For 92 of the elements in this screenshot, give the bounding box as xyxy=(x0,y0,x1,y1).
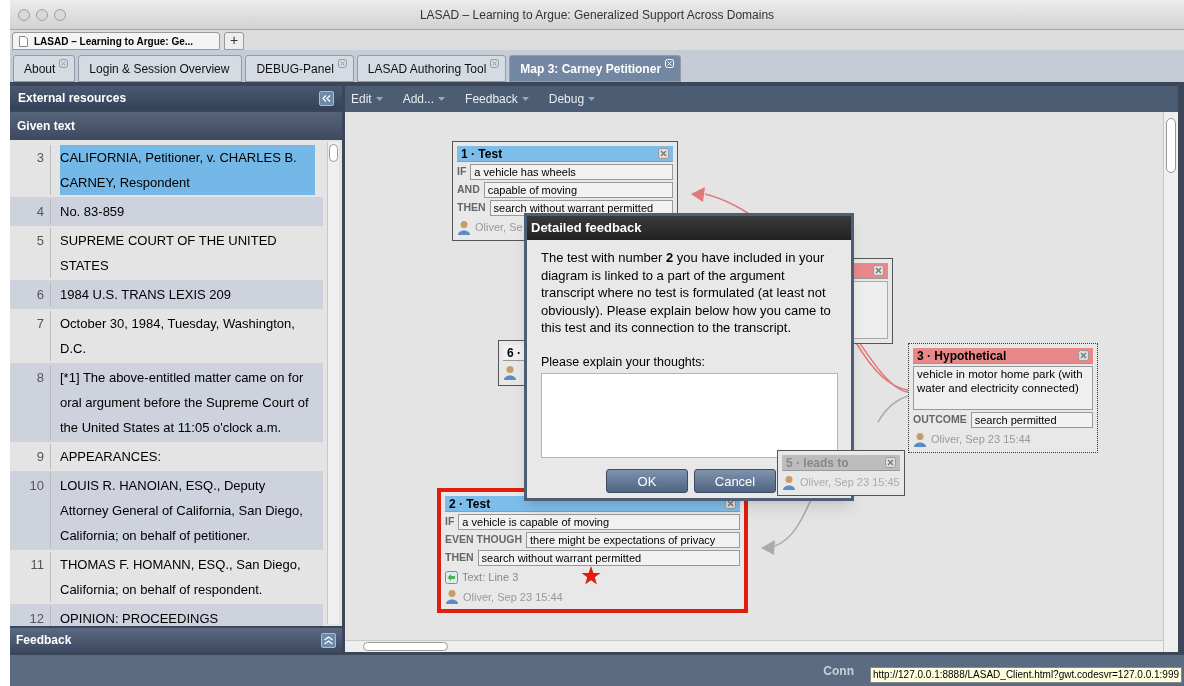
caret-icon xyxy=(438,97,446,101)
minimize-window-button[interactable] xyxy=(36,8,48,21)
panel-title: Feedback xyxy=(16,632,72,649)
window-title: LASAD – Learning to Argue: Generalized Support Across Domains xyxy=(418,6,776,24)
expand-icon[interactable] xyxy=(321,632,336,648)
dialog-button[interactable]: OK xyxy=(606,469,688,494)
field-label: IF xyxy=(445,514,455,530)
field-label: IF xyxy=(457,164,467,180)
line-number: 11 xyxy=(29,556,45,574)
node-title: 2 · Test xyxy=(449,495,491,513)
tab[interactable]: DEBUG-Panel xyxy=(245,55,354,82)
menu-item[interactable]: Debug xyxy=(548,90,596,108)
line-number: 12 xyxy=(28,610,45,626)
transcript-line[interactable]: No. 83-859 xyxy=(60,199,315,224)
node-field[interactable]: a vehicle is capable of moving xyxy=(458,514,740,530)
tab[interactable]: Map 3: Carney Petitioner xyxy=(509,55,682,82)
dialog-button[interactable]: Cancel xyxy=(694,469,776,494)
explanation-field[interactable] xyxy=(541,373,838,459)
panel-title: External resources xyxy=(18,90,127,107)
link-tooltip: http://127.0.0.1:8888/LASAD_Client.html?gwt.codesvr=127.0.0.1:999 xyxy=(870,667,1183,683)
field-label: EVEN THOUGH xyxy=(445,532,522,548)
tab[interactable]: Login & Session Overview xyxy=(78,55,243,82)
node-field[interactable]: search without warrant permitted xyxy=(489,200,673,216)
transcript-line[interactable]: [*1] The above-entitled matter came on for oral argument before the Supreme Court of the United States at 11:05 o'clock a.m. xyxy=(60,365,315,440)
avatar-icon xyxy=(457,219,471,235)
page-icon xyxy=(19,35,28,47)
transcript-line[interactable]: 1984 U.S. TRANS LEXIS 209 xyxy=(60,282,315,307)
scrollbar[interactable] xyxy=(327,142,339,624)
node-field[interactable]: capable of moving xyxy=(483,182,673,198)
field-label: THEN xyxy=(445,550,474,566)
line-number: 4 xyxy=(35,203,45,221)
browser-tab[interactable]: LASAD – Learning to Argue: Ge... xyxy=(12,32,220,50)
prompt-label: Please explain your thoughts: xyxy=(541,353,706,371)
menu-item[interactable]: Add... xyxy=(402,90,446,108)
author-label: Oliver, Sep 23 15:44 xyxy=(463,589,563,605)
scrollbar[interactable] xyxy=(345,640,1163,652)
avatar-icon xyxy=(503,364,517,380)
close-icon[interactable] xyxy=(885,457,896,468)
node-field[interactable]: search without warrant permitted xyxy=(477,550,740,566)
close-icon[interactable] xyxy=(59,59,69,68)
field-label: THEN xyxy=(457,200,486,216)
node-title: 3 · Hypothetical xyxy=(917,347,1007,365)
tab[interactable]: About xyxy=(13,55,76,82)
close-icon[interactable] xyxy=(658,148,669,159)
close-icon[interactable] xyxy=(490,59,500,68)
transcript-line[interactable]: OPINION: PROCEEDINGS xyxy=(60,606,315,626)
menu-item[interactable]: Edit xyxy=(351,90,383,108)
dialog-title: Detailed feedback xyxy=(531,219,642,238)
line-number: 10 xyxy=(28,477,45,495)
line-number: 3 xyxy=(35,149,45,167)
close-icon[interactable] xyxy=(873,265,884,276)
node-title: 1 · Test xyxy=(461,145,503,163)
status-text: Conn xyxy=(823,662,854,680)
section-title: Given text xyxy=(17,118,76,135)
close-icon[interactable] xyxy=(1078,350,1089,361)
transcript-line[interactable]: October 30, 1984, Tuesday, Washington, D.C. xyxy=(60,311,315,361)
close-icon[interactable] xyxy=(337,59,347,68)
author-label: Oliver, Sep 23 15:45 xyxy=(800,475,900,490)
node-title: 6 · xyxy=(507,344,521,362)
avatar-icon xyxy=(445,589,459,605)
author-label: Oliver, Se xyxy=(475,220,523,235)
new-tab-button[interactable]: + xyxy=(224,32,244,50)
zoom-window-button[interactable] xyxy=(54,8,66,21)
avatar-icon xyxy=(913,431,927,447)
node-text[interactable]: vehicle in motor home park (with water and electricity connected) xyxy=(913,366,1093,410)
caret-icon xyxy=(521,97,529,101)
line-number: 6 xyxy=(35,286,45,304)
line-number: 5 xyxy=(35,232,45,250)
collapse-icon[interactable] xyxy=(319,90,334,106)
line-number: 7 xyxy=(35,315,45,333)
node-field[interactable]: a vehicle has wheels xyxy=(470,164,673,180)
caret-icon xyxy=(588,97,596,101)
menu-item[interactable]: Feedback xyxy=(465,90,529,108)
transcript-line[interactable]: SUPREME COURT OF THE UNITED STATES xyxy=(60,228,315,278)
back-arrow-icon[interactable] xyxy=(445,570,458,584)
avatar-icon xyxy=(782,474,796,490)
field-label: OUTCOME xyxy=(913,412,967,428)
tab[interactable]: LASAD Authoring Tool xyxy=(356,55,507,82)
scrollbar[interactable] xyxy=(1163,112,1178,652)
caret-icon xyxy=(375,97,383,101)
field-label: AND xyxy=(457,182,480,198)
author-label: Oliver, Sep 23 15:44 xyxy=(931,432,1031,447)
feedback-message: The test with number 2 you have included in your diagram is linked to a part of the argument transcript where no test is formulated (at least not obviously). Please explain below how you came to this test and its connection to the transcript. xyxy=(541,249,832,337)
transcript-line[interactable]: THOMAS F. HOMANN, ESQ., San Diego, California; on behalf of respondent. xyxy=(60,552,315,602)
transcript-line[interactable]: APPEARANCES: xyxy=(60,444,315,469)
line-number: 9 xyxy=(35,448,45,466)
connector-line xyxy=(877,395,909,423)
node-field[interactable]: there might be expectations of privacy xyxy=(526,532,740,548)
line-number: 8 xyxy=(35,369,45,387)
close-window-button[interactable] xyxy=(18,8,30,21)
node-field[interactable]: search permitted xyxy=(970,412,1093,428)
transcript-line[interactable]: LOUIS R. HANOIAN, ESQ., Deputy Attorney General of California, San Diego, California; on behalf of petitioner. xyxy=(60,473,315,548)
